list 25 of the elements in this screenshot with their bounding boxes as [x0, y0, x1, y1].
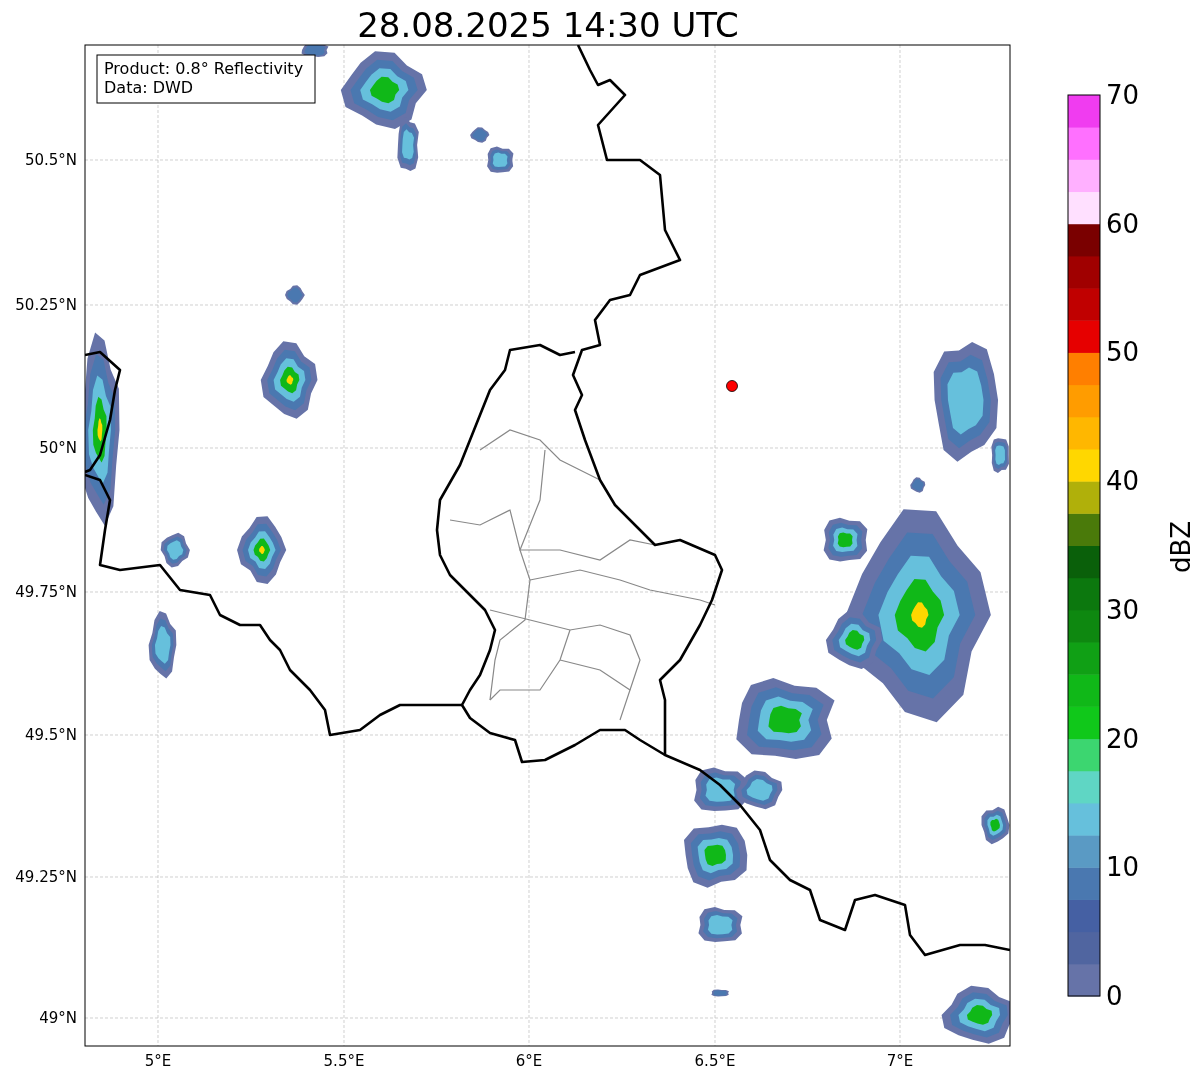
longitude-label: 6.5°E [694, 1052, 736, 1070]
colorbar-label: dBZ [1166, 520, 1196, 574]
latitude-label: 50°N [39, 439, 77, 457]
longitude-label: 7°E [886, 1052, 914, 1070]
annotation-text: Data: DWD [104, 78, 194, 97]
latitude-label: 49.25°N [15, 868, 77, 886]
location-marker [726, 380, 738, 392]
annotation-text: Product: 0.8° Reflectivity [104, 59, 304, 78]
latitude-label: 50.25°N [15, 296, 77, 314]
colorbar-tick-label: 20 [1106, 723, 1140, 754]
latitude-label: 49.75°N [15, 583, 77, 601]
colorbar-tick-label: 10 [1106, 852, 1140, 883]
colorbar-tick-label: 30 [1106, 594, 1140, 625]
longitude-label: 6°E [515, 1052, 543, 1070]
latitude-label: 50.5°N [24, 151, 77, 169]
longitude-label: 5°E [144, 1052, 172, 1070]
colorbar-tick-label: 40 [1106, 466, 1140, 497]
latitude-label: 49°N [39, 1009, 77, 1027]
colorbar-tick-label: 0 [1106, 981, 1123, 1011]
latitude-label: 49.5°N [24, 726, 77, 744]
colorbar-tick-label: 70 [1106, 80, 1140, 110]
colorbar-tick-label: 50 [1106, 337, 1140, 368]
longitude-label: 5.5°E [323, 1052, 365, 1070]
plot-title: 28.08.2025 14:30 UTC [357, 5, 739, 45]
colorbar-tick-label: 60 [1106, 208, 1140, 239]
